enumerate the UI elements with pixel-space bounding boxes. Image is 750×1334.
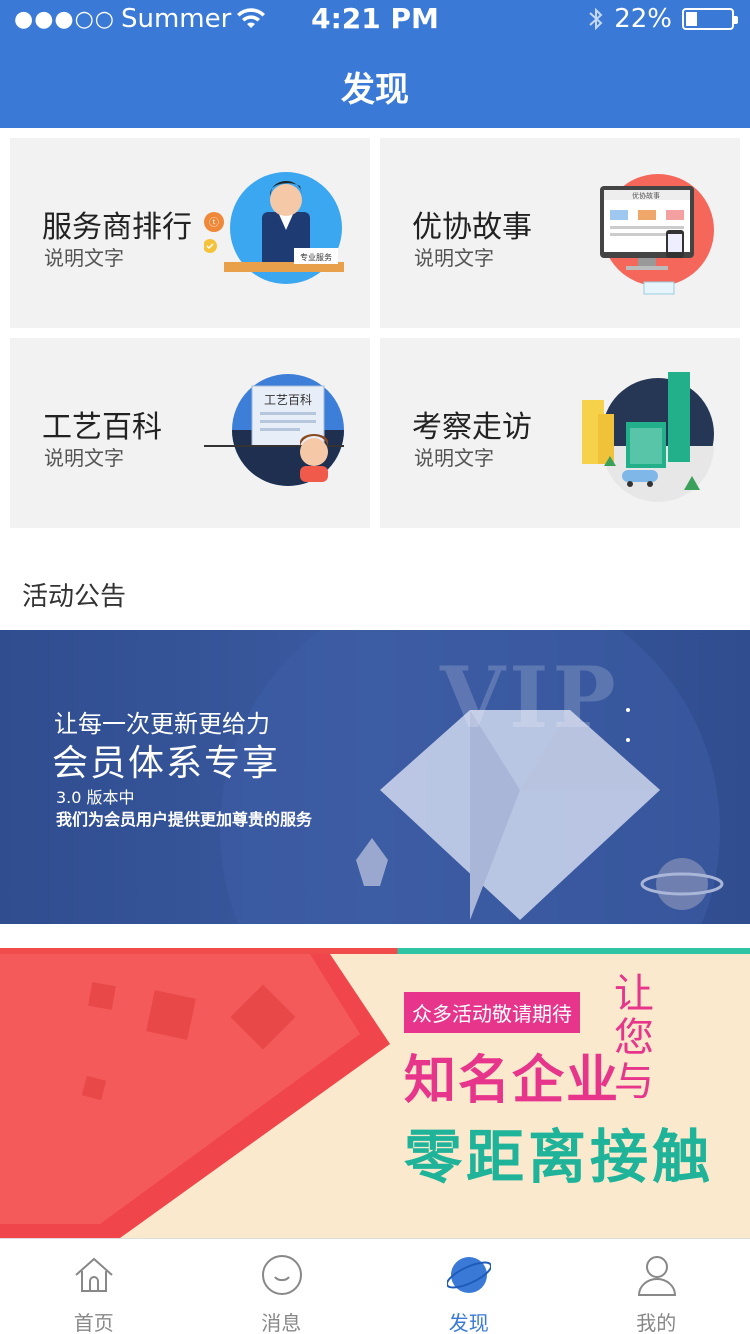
page-title: 发现 [341, 70, 409, 110]
card-site-visit[interactable]: 考察走访 说明文字 [380, 338, 740, 528]
tab-label: 消息 [261, 1311, 302, 1334]
card-provider-ranking[interactable]: 服务商排行 说明文字 专业服务 ⓣ [10, 138, 370, 328]
tab-label: 首页 [73, 1311, 114, 1334]
battery-fill [686, 12, 697, 26]
monitor-screen-title: 优协故事 [632, 191, 660, 200]
tab-label: 发现 [448, 1311, 489, 1334]
event-tag: 众多活动敬请期待 [404, 992, 580, 1033]
card-craft-wiki[interactable]: 工艺百科 说明文字 工艺百科 [10, 338, 370, 528]
bluetooth-icon [589, 7, 603, 31]
service-agent-illustration: 专业服务 ⓣ [204, 172, 344, 284]
profile-icon [637, 1256, 676, 1296]
card-title: 优协故事 [412, 210, 532, 245]
tab-label: 我的 [636, 1311, 677, 1334]
home-icon [75, 1257, 113, 1292]
event-headline-2: 零距离接触 [404, 1123, 715, 1191]
wiki-board-illustration: 工艺百科 [204, 374, 344, 486]
card-subtitle: 说明文字 [44, 446, 124, 470]
banner-spacer [0, 924, 750, 948]
svg-text:ⓣ: ⓣ [209, 217, 219, 229]
battery-icon [682, 8, 738, 30]
red-ribbon-decoration [0, 954, 390, 1238]
header: ●●●○○ Summer 4:21 PM 22% 发现 [0, 0, 750, 128]
vip-headline: 会员体系专享 [52, 743, 281, 784]
card-title: 工艺百科 [42, 410, 162, 445]
card-subtitle: 说明文字 [414, 446, 494, 470]
card-stories[interactable]: 优协故事 说明文字 优协故事 [380, 138, 740, 328]
status-right: 22% [588, 4, 738, 34]
vip-version: 3.0 版本中 [56, 788, 135, 807]
card-title: 考察走访 [412, 410, 532, 445]
vip-description: 我们为会员用户提供更加尊贵的服务 [56, 810, 313, 829]
board-title-text: 工艺百科 [264, 393, 312, 407]
tab-discover[interactable]: 发现 [375, 1239, 563, 1334]
tab-bar: 首页 消息 发现 我的 [0, 1238, 750, 1334]
planet-icon [447, 1257, 491, 1293]
card-subtitle: 说明文字 [414, 246, 494, 270]
vip-watermark: VIP [440, 648, 620, 747]
discover-grid: 服务商排行 说明文字 专业服务 ⓣ 优协故事 说明文字 优协故事 工艺百科 说明… [0, 128, 750, 538]
message-icon [261, 1255, 302, 1295]
event-headline-1: 知名企业 [404, 1051, 621, 1111]
announcements-heading: 活动公告 [22, 582, 127, 612]
card-title: 服务商排行 [42, 210, 192, 245]
tab-messages[interactable]: 消息 [188, 1239, 376, 1334]
monitor-illustration: 优协故事 [600, 174, 714, 295]
card-subtitle: 说明文字 [44, 246, 124, 270]
agent-badge-text: 专业服务 [300, 252, 332, 262]
battery-percent: 22% [614, 4, 672, 34]
event-vertical-text: 让您与 [614, 971, 654, 1105]
tab-home[interactable]: 首页 [0, 1239, 188, 1334]
event-banner[interactable]: 众多活动敬请期待 知名企业 零距离接触 让您与 [0, 948, 750, 1238]
tab-profile[interactable]: 我的 [563, 1239, 750, 1334]
status-bar: ●●●○○ Summer 4:21 PM 22% [0, 0, 750, 40]
vip-banner[interactable]: VIP 让每一次更新更给力 会员体系专享 3.0 版本中 我们为会员用户提供更加… [0, 630, 750, 924]
city-illustration [582, 372, 714, 502]
